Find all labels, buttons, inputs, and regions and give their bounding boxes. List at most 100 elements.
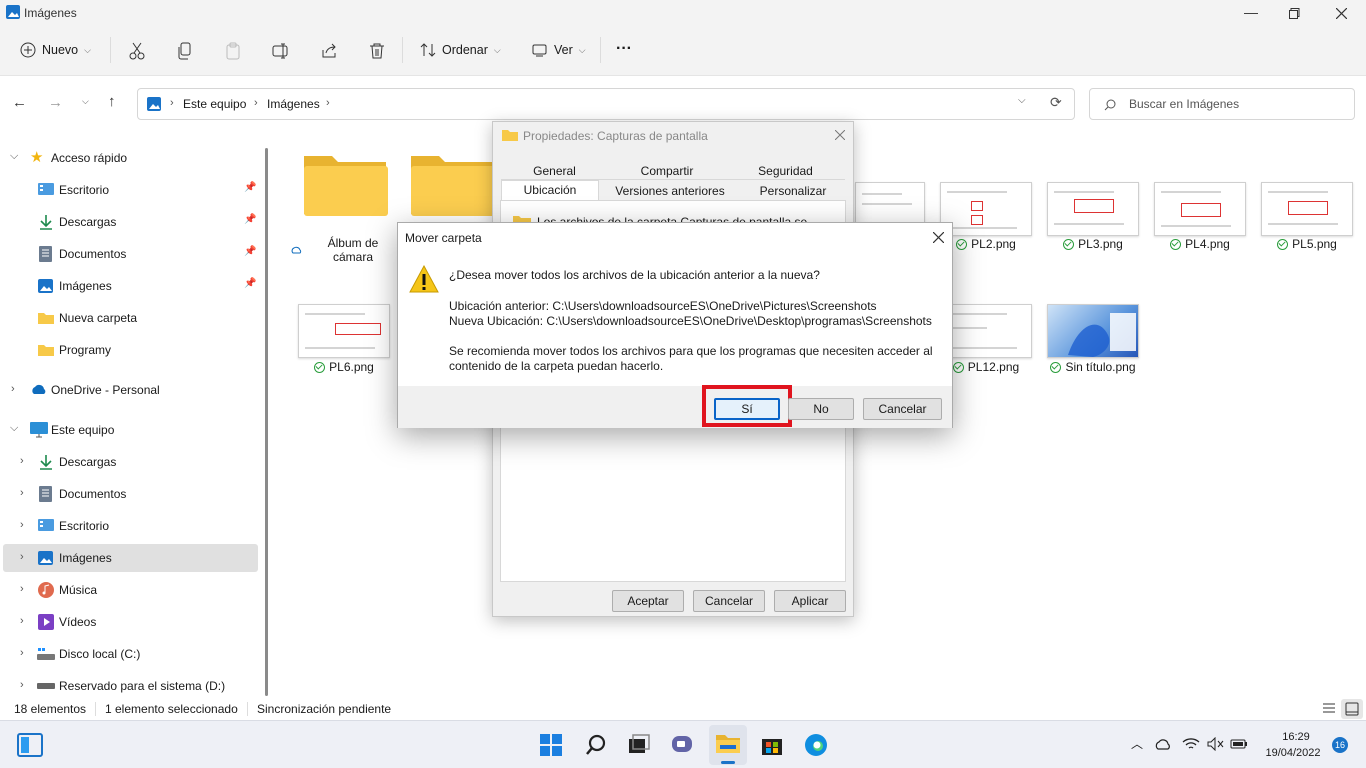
sidebar-item-pc-downloads[interactable]: › Descargas [0, 448, 258, 476]
expand-chevron-icon[interactable]: › [20, 487, 24, 499]
notification-badge[interactable]: 16 [1332, 737, 1348, 753]
sidebar-item-music[interactable]: › Música [0, 576, 258, 604]
back-arrow-icon[interactable]: ← [12, 94, 27, 111]
list-item-camera-album[interactable]: Álbum de cámara [290, 236, 400, 264]
sidebar-item-desktop[interactable]: Escritorio 📌 [0, 176, 258, 204]
tab-customize[interactable]: Personalizar [741, 180, 845, 200]
pin-icon[interactable]: 📌 [244, 246, 256, 257]
folder-icon[interactable] [302, 150, 388, 216]
sidebar-item-pc-documents[interactable]: › Documentos [0, 480, 258, 508]
cancel-button[interactable]: Cancelar [693, 590, 765, 612]
sidebar-item-quick-access[interactable]: ⌵ ★ Acceso rápido [0, 144, 258, 172]
expand-chevron-icon[interactable]: ⌵ [10, 422, 18, 435]
expand-chevron-icon[interactable]: › [20, 679, 24, 691]
expand-chevron-icon[interactable]: › [20, 615, 24, 627]
thumbnail-pl4[interactable] [1154, 182, 1246, 236]
expand-chevron-icon[interactable]: › [20, 647, 24, 659]
expand-chevron-icon[interactable]: › [20, 551, 24, 563]
sort-button[interactable]: Ordenar ⌵ [412, 34, 509, 66]
copy-icon[interactable] [176, 42, 194, 60]
pin-icon[interactable]: 📌 [244, 278, 256, 289]
pin-icon[interactable]: 📌 [244, 182, 256, 193]
rename-icon[interactable] [272, 42, 290, 60]
onedrive-cloud-icon[interactable] [1154, 738, 1172, 750]
sidebar-item-images[interactable]: Imágenes 📌 [0, 272, 258, 300]
sidebar-item-downloads[interactable]: Descargas 📌 [0, 208, 258, 236]
delete-icon[interactable] [368, 42, 386, 60]
search-icon[interactable] [584, 733, 608, 757]
expand-chevron-icon[interactable]: › [20, 519, 24, 531]
yes-button[interactable]: Sí [714, 398, 780, 420]
minimize-button[interactable]: — [1244, 4, 1258, 20]
new-button[interactable]: Nuevo ⌵ [12, 34, 99, 66]
breadcrumb-images[interactable]: Imágenes [267, 97, 320, 111]
sidebar-item-this-pc[interactable]: ⌵ Este equipo [0, 416, 258, 444]
edge-icon[interactable] [804, 733, 828, 757]
thumbnail-view-button[interactable] [1341, 699, 1363, 719]
sidebar-item-pc-images[interactable]: › Imágenes [3, 544, 258, 572]
file-explorer-taskbar-button[interactable] [709, 725, 747, 765]
sidebar-scrollbar[interactable] [265, 148, 268, 696]
sidebar-item-system-reserved-d[interactable]: › Reservado para el sistema (D:) [0, 672, 258, 700]
thumbnail-pl6[interactable] [298, 304, 390, 358]
recent-chevron-icon[interactable]: ⌵ [82, 96, 89, 107]
battery-icon[interactable] [1230, 737, 1248, 751]
sidebar-item-pc-desktop[interactable]: › Escritorio [0, 512, 258, 540]
cancel-button[interactable]: Cancelar [863, 398, 942, 420]
forward-arrow-icon[interactable]: → [48, 94, 63, 111]
widgets-icon[interactable] [17, 733, 43, 757]
apply-button[interactable]: Aplicar [774, 590, 846, 612]
clock-date[interactable]: 19/04/2022 [1262, 747, 1324, 759]
tab-share[interactable]: Compartir [608, 160, 726, 179]
list-item-pl4[interactable]: PL4.png [1145, 237, 1255, 251]
list-item-pl5[interactable]: PL5.png [1252, 237, 1362, 251]
sidebar-item-documents[interactable]: Documentos 📌 [0, 240, 258, 268]
ok-button[interactable]: Aceptar [612, 590, 684, 612]
tab-general[interactable]: General [501, 160, 608, 179]
clock-time[interactable]: 16:29 [1268, 731, 1324, 743]
thumbnail-pl12[interactable] [940, 304, 1032, 358]
close-icon[interactable] [835, 130, 845, 140]
paste-icon[interactable] [224, 42, 242, 60]
store-icon[interactable] [760, 733, 784, 757]
up-arrow-icon[interactable]: ↑ [108, 93, 116, 110]
view-button[interactable]: Ver ⌵ [524, 34, 594, 66]
sidebar-item-onedrive[interactable]: › OneDrive - Personal [0, 376, 258, 404]
expand-chevron-icon[interactable]: › [11, 383, 15, 395]
start-windows-icon[interactable] [539, 733, 563, 757]
wifi-icon[interactable] [1182, 737, 1200, 751]
address-dropdown-icon[interactable]: ⌵ [1018, 95, 1026, 106]
volume-muted-icon[interactable] [1207, 737, 1225, 751]
thumbnail-pl2[interactable] [940, 182, 1032, 236]
address-bar[interactable]: › Este equipo › Imágenes › ⌵ ⟳ [137, 88, 1075, 120]
close-icon[interactable] [933, 232, 944, 243]
details-view-icon[interactable] [1322, 702, 1336, 715]
no-button[interactable]: No [788, 398, 854, 420]
sidebar-item-programy[interactable]: Programy [0, 336, 258, 364]
tray-chevron-up-icon[interactable]: ︿ [1131, 735, 1143, 752]
more-options-button[interactable]: ··· [616, 40, 632, 58]
refresh-icon[interactable]: ⟳ [1050, 94, 1062, 111]
close-window-button[interactable] [1336, 8, 1347, 19]
tab-security[interactable]: Seguridad [726, 160, 845, 179]
sidebar-item-new-folder[interactable]: Nueva carpeta [0, 304, 258, 332]
sidebar-item-local-disk-c[interactable]: › Disco local (C:) [0, 640, 258, 668]
expand-chevron-icon[interactable]: › [20, 455, 24, 467]
folder-icon[interactable] [409, 150, 495, 216]
list-item-pl6[interactable]: PL6.png [289, 360, 399, 374]
pin-icon[interactable]: 📌 [244, 214, 256, 225]
list-item-pl3[interactable]: PL3.png [1038, 237, 1148, 251]
tab-location[interactable]: Ubicación [501, 180, 599, 200]
maximize-button[interactable] [1289, 8, 1300, 19]
expand-chevron-icon[interactable]: › [20, 583, 24, 595]
thumbnail-untitled[interactable] [1047, 304, 1139, 358]
thumbnail-pl3[interactable] [1047, 182, 1139, 236]
expand-chevron-icon[interactable]: ⌵ [10, 150, 18, 163]
cut-icon[interactable] [128, 42, 146, 60]
list-item-untitled[interactable]: Sin título.png [1038, 360, 1148, 374]
share-icon[interactable] [320, 42, 338, 60]
breadcrumb-this-pc[interactable]: Este equipo [183, 97, 246, 111]
tab-previous-versions[interactable]: Versiones anteriores [599, 180, 741, 200]
chat-icon[interactable] [671, 733, 695, 757]
task-view-icon[interactable] [627, 733, 651, 757]
